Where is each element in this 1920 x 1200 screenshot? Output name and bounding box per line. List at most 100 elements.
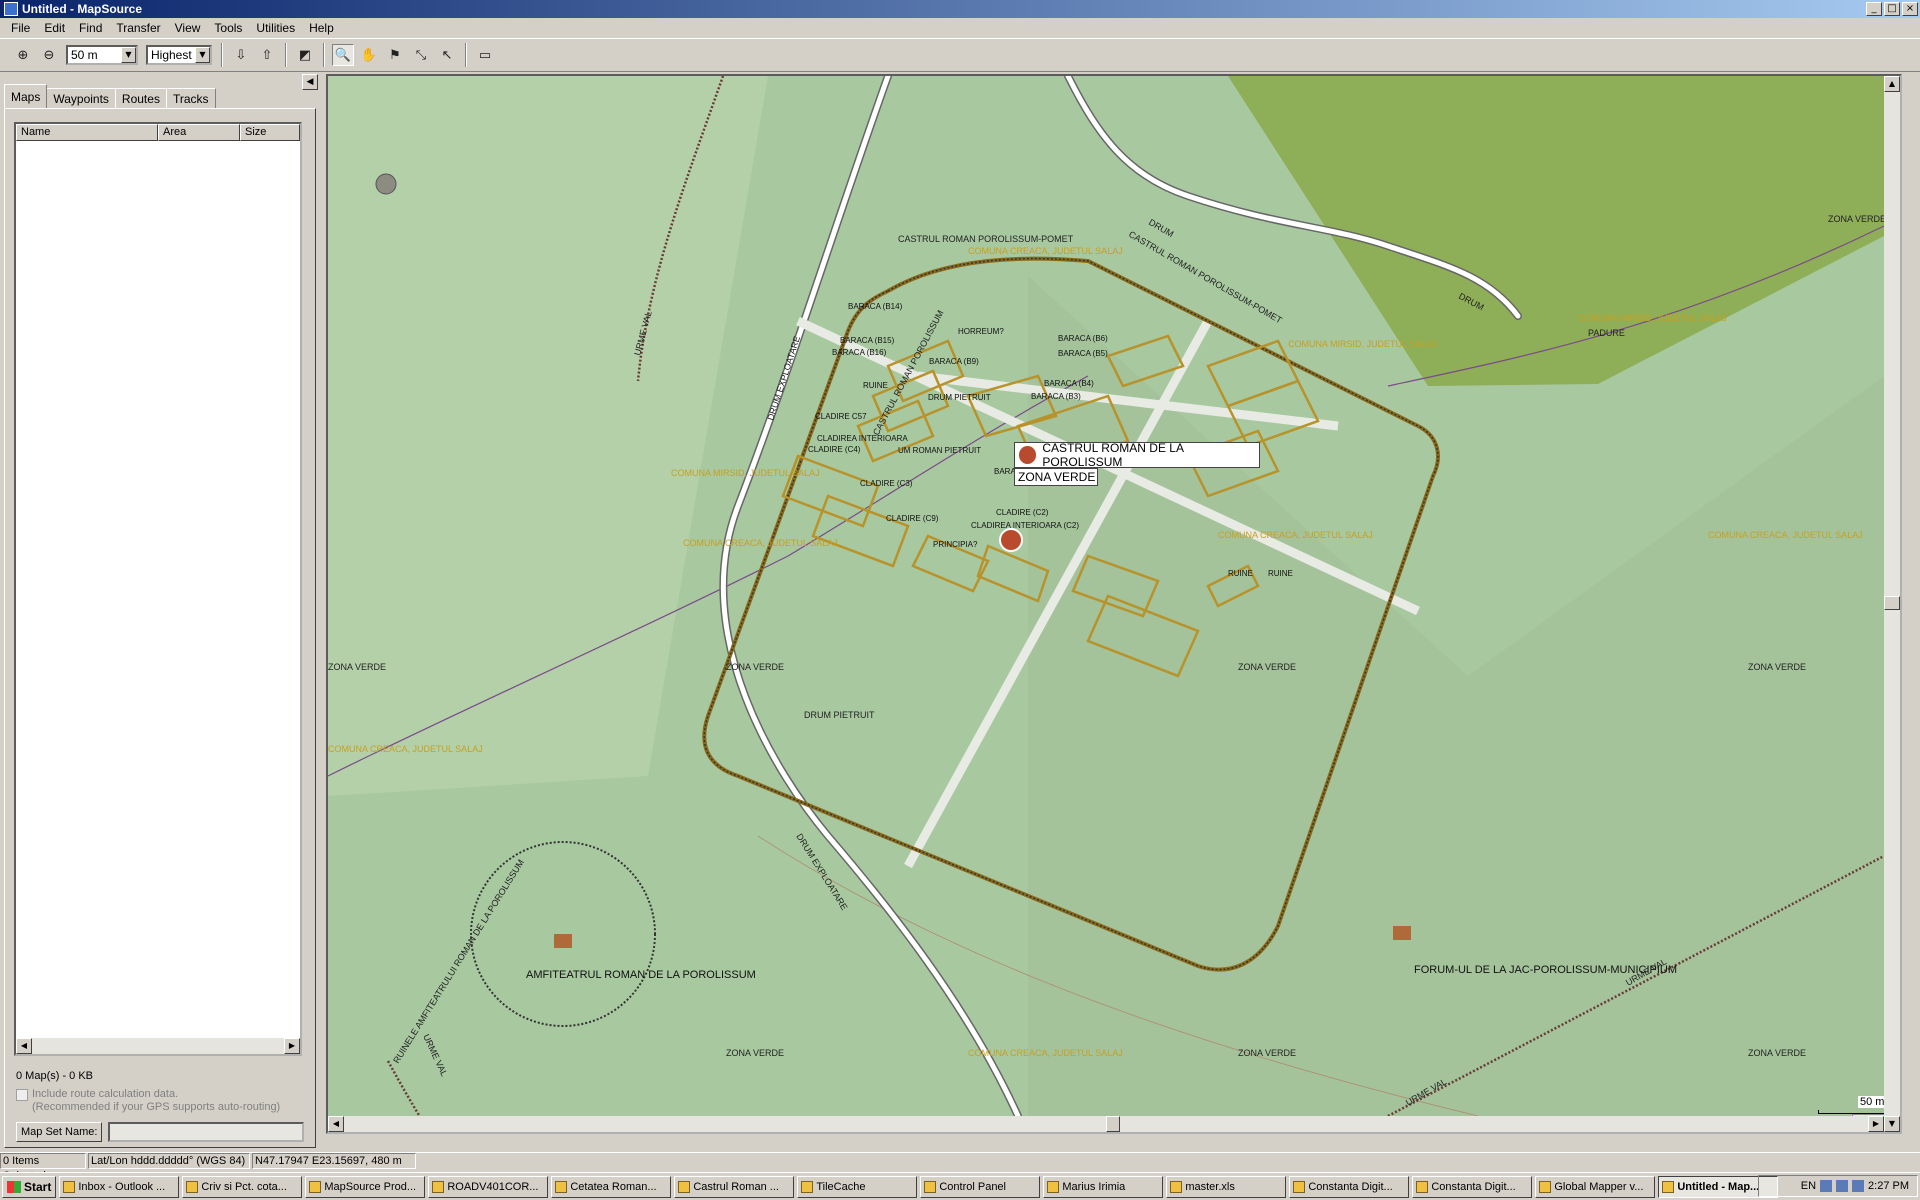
map-horizontal-scrollbar[interactable]: ◀ ▶ (328, 1116, 1884, 1132)
task-master-xls[interactable]: master.xls (1166, 1175, 1287, 1198)
route-calc-checkbox[interactable] (16, 1089, 28, 1101)
close-button[interactable]: × (1902, 2, 1918, 16)
zoom-out-icon[interactable]: ⊖ (38, 44, 60, 66)
map-vertical-scrollbar[interactable]: ▲ ▼ (1884, 76, 1900, 1132)
task-roadv401[interactable]: ROADV401COR... (428, 1175, 549, 1198)
task-criv[interactable]: Criv si Pct. cota... (182, 1175, 303, 1198)
status-bar: 0 Items Selected Lat/Lon hddd.ddddd° (WG… (0, 1152, 1920, 1182)
map-label-cladirea-interioara: CLADIREA INTERIOARA (817, 434, 908, 443)
task-label: MapSource Prod... (324, 1180, 417, 1193)
tab-maps[interactable]: Maps (4, 84, 48, 108)
security-icon[interactable] (1852, 1180, 1865, 1192)
selection-arrow-icon[interactable]: ↖ (436, 44, 458, 66)
distance-ruler-icon[interactable]: ▭ (474, 44, 496, 66)
title-bar: Untitled - MapSource _ □ × (0, 0, 1920, 18)
menu-view[interactable]: View (168, 21, 208, 35)
castrum-tooltip: CASTRUL ROMAN DE LA POROLISSUM (1014, 441, 1260, 469)
task-castrul[interactable]: Castrul Roman ... (674, 1175, 795, 1198)
send-to-device-icon[interactable]: ⇧ (256, 44, 278, 66)
map-label-comuna-creaca-4: COMUNA CREACA, JUDETUL SALAJ (1708, 530, 1863, 540)
chevron-down-icon[interactable]: ▼ (195, 47, 210, 63)
task-constanta-1[interactable]: Constanta Digit... (1289, 1175, 1410, 1198)
castrum-tooltip-icon (1019, 446, 1037, 464)
map-set-name-button[interactable]: Map Set Name: (16, 1122, 103, 1142)
folder-icon (678, 1180, 691, 1193)
map-label-baraca-b4: BARACA (B4) (1044, 379, 1094, 388)
task-label: master.xls (1185, 1180, 1235, 1193)
panel-tabs: Maps Waypoints Routes Tracks (4, 84, 216, 108)
clock[interactable]: 2:27 PM (1868, 1180, 1909, 1192)
zoom-in-icon[interactable]: ⊕ (12, 44, 34, 66)
amphitheatre-poi-icon[interactable] (554, 934, 572, 948)
forum-poi-icon[interactable] (1393, 926, 1411, 940)
system-tray: EN 2:27 PM (1758, 1175, 1918, 1197)
task-label: Constanta Digit... (1431, 1180, 1516, 1193)
task-cetatea[interactable]: Cetatea Roman... (551, 1175, 672, 1198)
menu-edit[interactable]: Edit (37, 21, 72, 35)
map-detail-select[interactable]: Highest ▼ (146, 45, 212, 65)
scroll-right-icon[interactable]: ▶ (1868, 1116, 1884, 1132)
folder-icon (432, 1180, 445, 1193)
map-canvas[interactable]: DRUM DRUM CASTRUL ROMAN POROLISSUM-POMET… (328, 76, 1884, 1116)
map-list[interactable]: Name Area Size ◀ ▶ (14, 122, 302, 1056)
column-size[interactable]: Size (240, 124, 300, 141)
horizontal-scroll-thumb[interactable] (1106, 1116, 1120, 1132)
map-label-cladire-c9: CLADIRE (C9) (886, 514, 939, 523)
zoom-scale-select[interactable]: 50 m ▼ (66, 45, 138, 65)
list-horizontal-scrollbar[interactable]: ◀ ▶ (16, 1038, 300, 1054)
menu-find[interactable]: Find (72, 21, 109, 35)
toolbar-separator (465, 43, 467, 67)
maximize-button[interactable]: □ (1884, 2, 1900, 16)
task-label: Global Mapper v... (1554, 1180, 1644, 1193)
task-constanta-2[interactable]: Constanta Digit... (1412, 1175, 1533, 1198)
map-view[interactable]: DRUM DRUM CASTRUL ROMAN POROLISSUM-POMET… (326, 74, 1902, 1134)
collapse-panel-icon[interactable]: ◀ (302, 74, 318, 90)
scroll-right-icon[interactable]: ▶ (284, 1038, 300, 1054)
zoom-tool-icon[interactable]: 🔍 (332, 44, 354, 66)
menu-transfer[interactable]: Transfer (109, 21, 167, 35)
chevron-down-icon[interactable]: ▼ (121, 47, 136, 63)
network-icon[interactable] (1820, 1180, 1833, 1192)
task-tilecache[interactable]: TileCache (797, 1175, 918, 1198)
receive-from-device-icon[interactable]: ⇩ (230, 44, 252, 66)
menu-file[interactable]: File (4, 21, 37, 35)
tab-tracks[interactable]: Tracks (165, 88, 216, 108)
column-name[interactable]: Name (16, 124, 158, 141)
menu-utilities[interactable]: Utilities (249, 21, 302, 35)
map-label-comuna-mirsid-2: COMUNA MIRSID, JUDETUL SALAJ (1578, 313, 1727, 323)
menu-help[interactable]: Help (302, 21, 341, 35)
scroll-up-icon[interactable]: ▲ (1884, 76, 1900, 92)
minimize-button[interactable]: _ (1866, 2, 1882, 16)
menu-tools[interactable]: Tools (207, 21, 249, 35)
map-tool-icon[interactable]: ◩ (294, 44, 316, 66)
waypoint-flag-tool-icon[interactable]: ⚑ (384, 44, 406, 66)
volume-icon[interactable] (1836, 1180, 1849, 1192)
tab-waypoints[interactable]: Waypoints (46, 88, 116, 108)
tab-routes[interactable]: Routes (114, 88, 167, 108)
map-label-comuna-mirsid-1: COMUNA MIRSID, JUDETUL SALAJ (1288, 339, 1437, 349)
start-button[interactable]: Start (2, 1175, 57, 1198)
scroll-left-icon[interactable]: ◀ (328, 1116, 344, 1132)
poi-marker-icon[interactable] (375, 173, 397, 195)
task-control-panel[interactable]: Control Panel (920, 1175, 1041, 1198)
hand-pan-tool-icon[interactable]: ✋ (358, 44, 380, 66)
scale-label: 50 m (1858, 1096, 1887, 1108)
castrum-poi-icon[interactable] (999, 528, 1023, 552)
task-mapsource-prod[interactable]: MapSource Prod... (305, 1175, 426, 1198)
column-area[interactable]: Area (158, 124, 240, 141)
task-global-mapper[interactable]: Global Mapper v... (1535, 1175, 1656, 1198)
task-outlook[interactable]: Inbox - Outlook ... (59, 1175, 180, 1198)
scroll-down-icon[interactable]: ▼ (1884, 1116, 1900, 1132)
map-label-padure: PADURE (1588, 328, 1625, 338)
zona-verde-tooltip: ZONA VERDE (1014, 468, 1098, 486)
taskbar: Start Inbox - Outlook ... Criv si Pct. c… (0, 1172, 1920, 1200)
map-set-name-input[interactable] (108, 1122, 304, 1142)
window-icon (186, 1180, 199, 1193)
vertical-scroll-thumb[interactable] (1884, 596, 1900, 610)
toolbar: ⊕ ⊖ 50 m ▼ Highest ▼ ⇩ ⇧ ◩ 🔍 ✋ ⚑ ⤡ ↖ ▭ (0, 38, 1920, 72)
folder-icon (801, 1180, 814, 1193)
route-tool-icon[interactable]: ⤡ (410, 44, 432, 66)
task-marius[interactable]: Marius Irimia (1043, 1175, 1164, 1198)
language-indicator[interactable]: EN (1801, 1180, 1816, 1192)
scroll-left-icon[interactable]: ◀ (16, 1038, 32, 1054)
